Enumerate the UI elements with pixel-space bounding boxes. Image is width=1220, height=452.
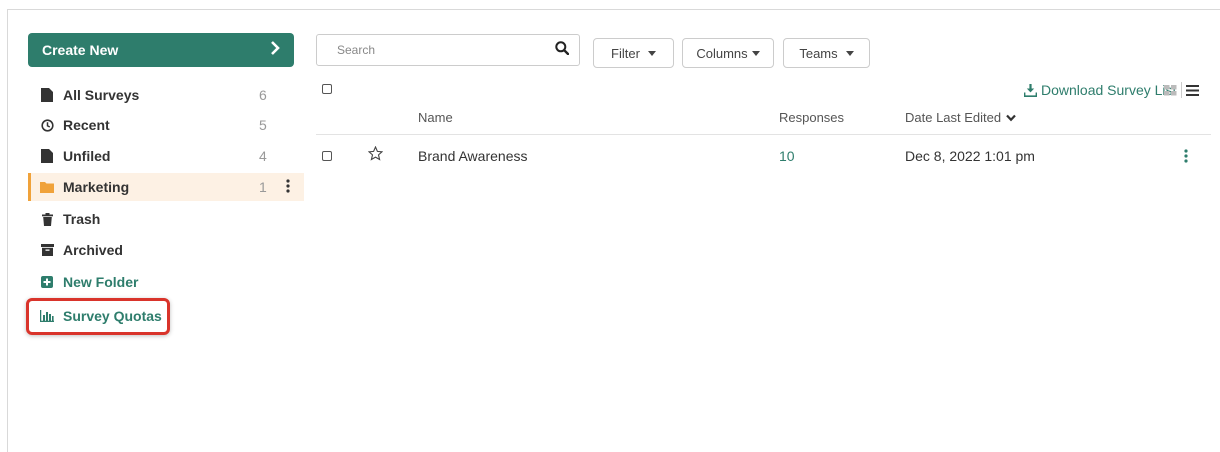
caret-down-icon <box>845 50 854 56</box>
survey-date: Dec 8, 2022 1:01 pm <box>905 148 1035 164</box>
filter-label: Filter <box>611 45 640 61</box>
column-header-date-label: Date Last Edited <box>905 110 1002 125</box>
sidebar-item-trash[interactable]: Trash <box>28 205 304 233</box>
sidebar-item-count: 1 <box>259 179 267 195</box>
sidebar-item-recent[interactable]: Recent 5 <box>28 111 304 139</box>
create-new-label: Create New <box>42 42 119 58</box>
star-icon[interactable] <box>367 145 384 166</box>
survey-responses[interactable]: 10 <box>779 148 795 164</box>
folder-icon <box>39 181 55 193</box>
sidebar-item-label: All Surveys <box>63 87 140 103</box>
create-new-button[interactable]: Create New <box>28 33 294 67</box>
sidebar-item-label: Trash <box>63 211 101 227</box>
caret-down-icon <box>751 50 760 56</box>
sidebar-item-count: 6 <box>259 87 267 103</box>
download-icon <box>1024 83 1037 97</box>
grid-view-icon[interactable] <box>1164 84 1177 96</box>
sidebar-item-all-surveys[interactable]: All Surveys 6 <box>28 81 304 109</box>
row-menu-icon[interactable] <box>1184 149 1188 168</box>
plus-square-icon <box>39 276 55 288</box>
search-input[interactable] <box>335 42 555 58</box>
clock-icon <box>39 118 55 132</box>
sort-desc-icon <box>1006 114 1016 122</box>
column-header-name[interactable]: Name <box>418 110 453 125</box>
filter-button[interactable]: Filter <box>593 38 674 68</box>
columns-label: Columns <box>696 45 748 61</box>
sidebar-item-marketing[interactable]: Marketing 1 <box>28 173 304 201</box>
archive-icon <box>39 244 55 256</box>
teams-button[interactable]: Teams <box>783 38 870 68</box>
trash-icon <box>39 212 55 226</box>
sidebar-item-count: 4 <box>259 148 267 164</box>
new-folder-link[interactable]: New Folder <box>28 268 304 296</box>
sidebar-item-archived[interactable]: Archived <box>28 236 304 264</box>
sidebar-item-label: Recent <box>63 117 110 133</box>
download-survey-list-link[interactable]: Download Survey List <box>1024 82 1176 98</box>
sidebar-item-count: 5 <box>259 117 267 133</box>
teams-label: Teams <box>799 45 838 61</box>
file-icon <box>39 88 55 102</box>
folder-menu-icon[interactable] <box>286 178 290 196</box>
survey-name[interactable]: Brand Awareness <box>418 148 527 164</box>
file-icon <box>39 149 55 163</box>
columns-button[interactable]: Columns <box>682 38 774 68</box>
column-header-date[interactable]: Date Last Edited <box>905 110 1016 125</box>
download-label: Download Survey List <box>1041 82 1177 98</box>
caret-down-icon <box>647 50 656 56</box>
select-all-checkbox[interactable] <box>322 84 332 94</box>
sidebar-item-label: New Folder <box>63 274 139 290</box>
view-divider <box>1181 82 1182 98</box>
highlight-box <box>26 298 170 335</box>
chevron-right-icon <box>270 40 280 60</box>
list-view-icon[interactable] <box>1186 84 1199 96</box>
sidebar-item-label: Unfiled <box>63 148 111 164</box>
sidebar-item-label: Marketing <box>63 179 130 195</box>
row-checkbox[interactable] <box>322 151 332 161</box>
column-header-responses[interactable]: Responses <box>779 110 844 125</box>
search-icon[interactable] <box>555 40 570 60</box>
view-toggle <box>1164 82 1199 98</box>
sidebar-item-label: Archived <box>63 242 123 258</box>
sidebar-item-unfiled[interactable]: Unfiled 4 <box>28 142 304 170</box>
header-divider <box>316 134 1211 135</box>
search-box <box>316 34 580 66</box>
